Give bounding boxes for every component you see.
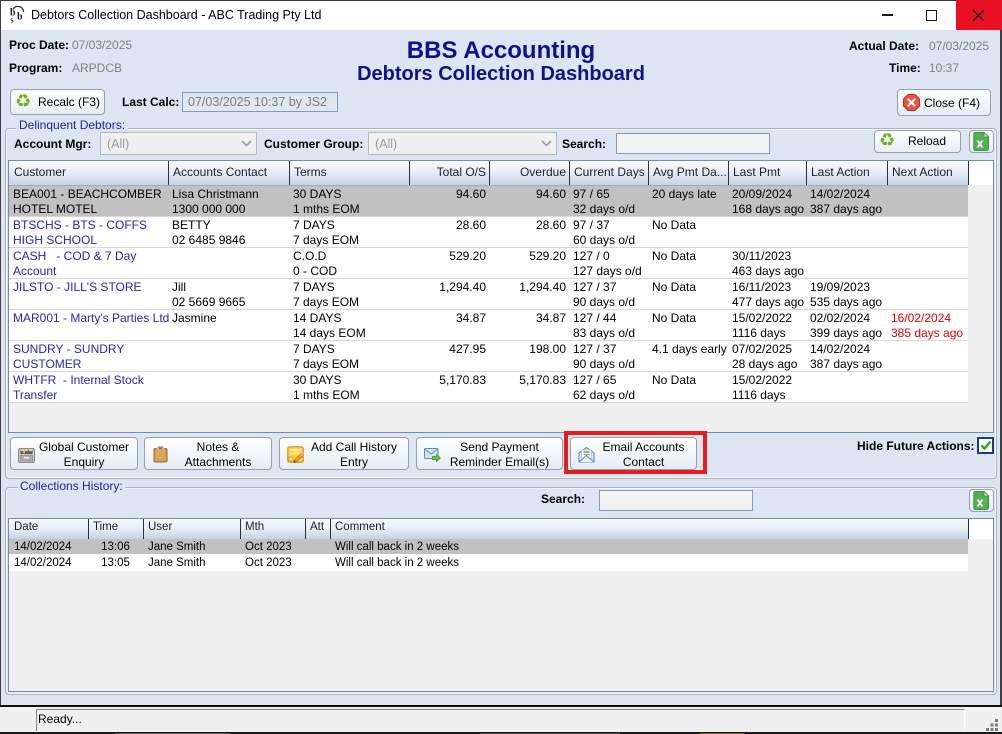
svg-text:b: b xyxy=(17,12,23,23)
svg-text:s: s xyxy=(11,16,14,24)
